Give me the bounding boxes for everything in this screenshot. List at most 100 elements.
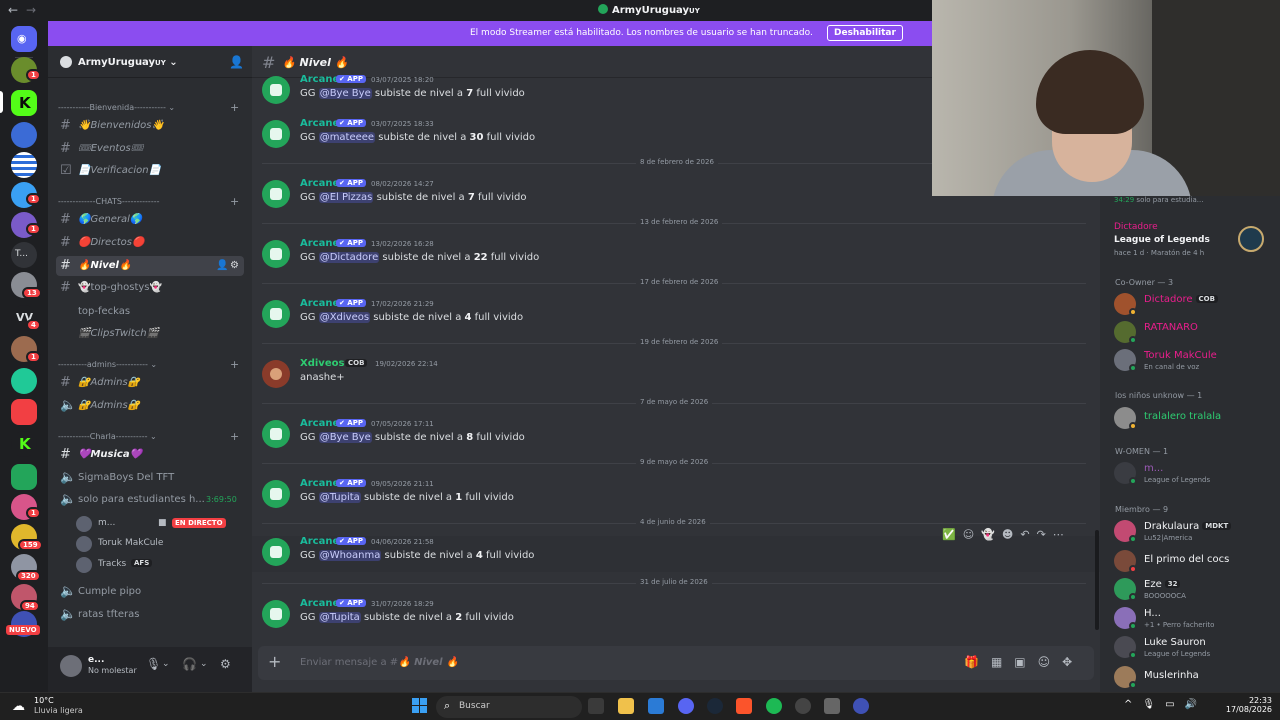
gif-icon[interactable]: ▦ — [991, 655, 1002, 669]
create-channel-icon[interactable]: + — [230, 430, 239, 443]
create-channel-icon[interactable]: + — [230, 101, 239, 114]
channel-bienvenidos[interactable]: # 👋Bienvenidos👋 — [56, 116, 244, 136]
member-item[interactable]: Eze 32 BOOOOOCA — [1114, 577, 1274, 605]
message-composer[interactable]: + Enviar mensaje a #🔥 Nivel 🔥 🎁 ▦ ▣ ☺ ✥ — [258, 646, 1094, 680]
member-item[interactable]: RATANARO — [1114, 320, 1274, 348]
gear-icon[interactable]: ⚙ — [220, 657, 231, 671]
channel-admins-voice[interactable]: 🔈 🔐Admins🔐 — [56, 396, 244, 416]
author[interactable]: Arcane — [300, 418, 339, 429]
message[interactable]: Arcane ✔ APP 17/02/2026 21:29 GG @Xdiveo… — [252, 298, 1100, 338]
scrollbar[interactable] — [1095, 530, 1099, 630]
channel-general[interactable]: # 🌎General🌎 — [56, 210, 244, 230]
create-channel-icon[interactable]: + — [230, 358, 239, 371]
user-avatar[interactable] — [60, 655, 82, 677]
avatar[interactable] — [262, 120, 290, 148]
mention[interactable]: @Tupita — [318, 492, 361, 503]
chevron-down-icon[interactable]: ⌄ — [162, 659, 170, 669]
message[interactable]: Arcane ✔ APP 13/02/2026 16:28 GG @Dictad… — [252, 238, 1100, 278]
channel-verificacion[interactable]: ☑ 📄Verificacion📄 — [56, 161, 244, 181]
calculator-icon[interactable] — [824, 698, 840, 714]
attach-plus-icon[interactable]: + — [268, 652, 281, 671]
avatar[interactable] — [262, 240, 290, 268]
volume-icon[interactable]: 🔊 — [1185, 699, 1197, 710]
member-item[interactable]: Luke Sauron League of Legends — [1114, 635, 1274, 663]
emoji-reaction-icon[interactable]: ☺ — [963, 528, 974, 546]
gift-icon[interactable]: 🎁 — [964, 655, 979, 669]
server-folder-icon[interactable] — [11, 464, 37, 490]
server-icon-k2[interactable]: K — [11, 431, 37, 457]
check-reaction-icon[interactable]: ✅ — [942, 528, 956, 546]
windows-start-icon[interactable] — [412, 698, 428, 714]
channel-eventos[interactable]: # 🎟Eventos🎟 — [56, 139, 244, 159]
channel-ratas-tfteras[interactable]: 🔈 ratas tfteras — [56, 605, 244, 625]
app-icon[interactable] — [853, 698, 869, 714]
steam-icon[interactable] — [707, 698, 723, 714]
more-options-icon[interactable]: ⋯ — [1053, 528, 1064, 546]
author[interactable]: Arcane — [300, 298, 339, 309]
mention[interactable]: @Dictadore — [318, 252, 380, 263]
emoji-icon[interactable]: ☺ — [1038, 655, 1051, 669]
obs-icon[interactable] — [795, 698, 811, 714]
member-item[interactable]: El primo del cocs — [1114, 549, 1274, 577]
member-item[interactable]: Drakulaura MDKT Lu52|America — [1114, 519, 1274, 547]
server-icon-2[interactable] — [11, 122, 37, 148]
avatar[interactable] — [262, 300, 290, 328]
create-channel-icon[interactable]: + — [230, 195, 239, 208]
member-item[interactable]: m... League of Legends — [1114, 461, 1274, 489]
brave-icon[interactable] — [736, 698, 752, 714]
author[interactable]: Arcane — [300, 74, 339, 85]
user-name[interactable]: e... — [88, 655, 104, 665]
mention[interactable]: @Xdiveos — [318, 312, 371, 323]
system-clock[interactable]: 22:33 17/08/2026 — [1222, 696, 1272, 714]
discord-taskbar-icon[interactable] — [678, 698, 694, 714]
task-view-icon[interactable] — [588, 698, 604, 714]
avatar[interactable] — [262, 76, 290, 104]
guild-header[interactable]: ArmyUruguayUY ⌄ 👤 — [48, 46, 252, 78]
server-icon-8[interactable] — [11, 399, 37, 425]
category-charla[interactable]: -----------Charla----------- ⌄ + — [58, 430, 239, 443]
category-bienvenida[interactable]: -----------Bienvenida----------- ⌄ + — [58, 101, 239, 114]
add-reaction-icon[interactable]: ☻ — [1002, 528, 1013, 546]
author[interactable]: Arcane — [300, 478, 339, 489]
store-icon[interactable] — [648, 698, 664, 714]
sticker-icon[interactable]: ▣ — [1014, 655, 1025, 669]
category-admins[interactable]: ----------admins----------- ⌄ + — [58, 358, 239, 371]
microphone-icon[interactable]: 🎙 — [146, 657, 161, 671]
member-item[interactable]: tralalero tralala — [1114, 406, 1274, 434]
forward-arrow-icon[interactable]: → — [26, 3, 36, 17]
mention[interactable]: @Tupita — [318, 612, 361, 623]
mention[interactable]: @Whoanma — [318, 550, 382, 561]
voice-user[interactable]: Tracks AFS — [76, 556, 246, 574]
member-item[interactable]: Dictadore COB — [1114, 292, 1274, 320]
ghost-reaction-icon[interactable]: 👻 — [981, 528, 995, 546]
avatar[interactable] — [262, 360, 290, 388]
message[interactable]: Xdiveos COB 19/02/2026 22:14 anashe+ — [252, 358, 1100, 398]
mention[interactable]: @El Pizzas — [318, 192, 374, 203]
server-icon-7[interactable] — [11, 368, 37, 394]
avatar[interactable] — [262, 600, 290, 628]
message[interactable]: Arcane ✔ APP 07/05/2026 17:11 GG @Bye By… — [252, 418, 1100, 458]
reply-icon[interactable]: ↶ — [1020, 528, 1029, 546]
member-item[interactable]: Toruk MakCule En canal de voz — [1114, 348, 1274, 376]
author[interactable]: Xdiveos — [300, 358, 344, 369]
author[interactable]: Arcane — [300, 536, 339, 547]
author[interactable]: Arcane — [300, 118, 339, 129]
network-icon[interactable]: ▭ — [1165, 699, 1174, 710]
back-arrow-icon[interactable]: ← — [8, 3, 18, 17]
member-item[interactable]: Muslerinha — [1114, 665, 1274, 693]
channel-top-ghostys[interactable]: # 👻top-ghostys👻 — [56, 278, 244, 298]
taskbar-search[interactable]: ⌕ Buscar — [436, 696, 582, 718]
message[interactable]: Arcane ✔ APP 31/07/2026 18:29 GG @Tupita… — [252, 598, 1100, 638]
invite-people-icon[interactable]: 👤 — [229, 55, 244, 69]
member-item[interactable]: H... +1 • Perro facherito — [1114, 606, 1274, 634]
channel-admins-text[interactable]: # 🔐Admins🔐 — [56, 373, 244, 393]
avatar[interactable] — [262, 420, 290, 448]
spotify-icon[interactable] — [766, 698, 782, 714]
channel-musica[interactable]: # 💜Musica💜 — [56, 445, 244, 465]
mention[interactable]: @Bye Bye — [318, 88, 372, 99]
gear-icon[interactable]: ⚙ — [230, 260, 239, 271]
disable-streamer-button[interactable]: Deshabilitar — [827, 25, 903, 41]
author[interactable]: Arcane — [300, 238, 339, 249]
voice-user[interactable]: m... ■ EN DIRECTO — [76, 515, 246, 533]
mention[interactable]: @Bye Bye — [318, 432, 372, 443]
